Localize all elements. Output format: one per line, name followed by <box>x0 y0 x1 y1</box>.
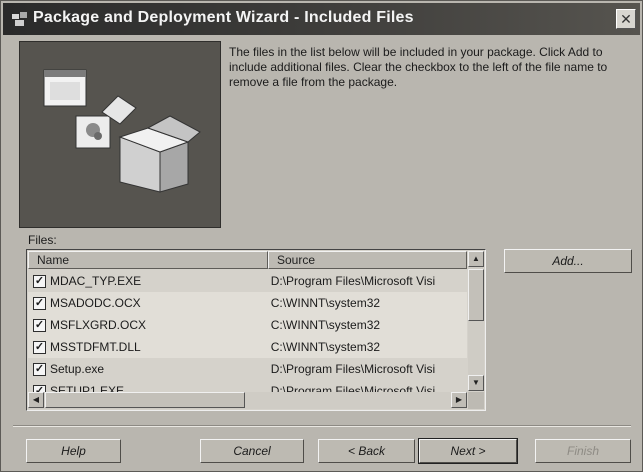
file-row[interactable]: ✓ Setup.exe D:\Program Files\Microsoft Vi… <box>28 358 467 380</box>
close-button[interactable]: ✕ <box>616 9 636 29</box>
file-source: D:\Program Files\Microsoft Visi <box>270 274 436 288</box>
arrow-left-icon: ◀ <box>32 395 40 404</box>
file-name: MSSTDFMT.DLL <box>50 340 141 354</box>
window-title: Package and Deployment Wizard - Included… <box>33 9 414 26</box>
scroll-left-button[interactable]: ◀ <box>28 392 44 408</box>
back-button[interactable]: < Back <box>318 439 415 463</box>
scroll-right-button[interactable]: ▶ <box>451 392 467 408</box>
file-source: C:\WINNT\system32 <box>270 340 381 354</box>
setup-icon <box>12 12 27 26</box>
cancel-button[interactable]: Cancel <box>200 439 304 463</box>
wizard-window: Package and Deployment Wizard - Included… <box>0 0 643 472</box>
arrow-up-icon: ▲ <box>472 254 480 263</box>
finish-button[interactable]: Finish <box>535 439 631 463</box>
button-separator <box>13 425 631 427</box>
file-row[interactable]: ✓ MDAC_TYP.EXE D:\Program Files\Microsoft… <box>28 270 467 292</box>
arrow-right-icon: ▶ <box>455 395 463 404</box>
file-rows: ✓ MDAC_TYP.EXE D:\Program Files\Microsoft… <box>28 270 467 402</box>
include-checkbox[interactable]: ✓ <box>33 362 46 376</box>
close-icon: ✕ <box>620 11 632 27</box>
file-source: C:\WINNT\system32 <box>270 296 381 310</box>
file-row[interactable]: ✓ MSFLXGRD.OCX C:\WINNT\system32 <box>28 314 467 336</box>
file-source: C:\WINNT\system32 <box>270 318 381 332</box>
include-checkbox[interactable]: ✓ <box>33 318 46 332</box>
file-row[interactable]: ✓ MSADODC.OCX C:\WINNT\system32 <box>28 292 467 314</box>
intro-text: The files in the list below will be incl… <box>229 45 608 89</box>
horizontal-scroll-thumb[interactable] <box>45 392 245 408</box>
column-header-name[interactable]: Name <box>28 251 268 269</box>
next-button[interactable]: Next > <box>418 438 518 464</box>
vertical-scrollbar[interactable]: ▲ ▼ <box>468 251 484 391</box>
column-header-source[interactable]: Source <box>268 251 467 269</box>
vertical-scroll-thumb[interactable] <box>468 269 484 321</box>
include-checkbox[interactable]: ✓ <box>33 274 46 288</box>
horizontal-scrollbar[interactable]: ◀ ▶ <box>28 392 467 409</box>
list-header: Name Source <box>28 251 467 269</box>
file-name: MSADODC.OCX <box>50 296 141 310</box>
arrow-down-icon: ▼ <box>472 378 480 387</box>
file-source: D:\Program Files\Microsoft Visi <box>270 362 436 376</box>
wizard-illustration <box>19 41 221 228</box>
scroll-down-button[interactable]: ▼ <box>468 375 484 391</box>
file-row[interactable]: ✓ MSSTDFMT.DLL C:\WINNT\system32 <box>28 336 467 358</box>
title-bar[interactable]: Package and Deployment Wizard - Included… <box>3 3 640 35</box>
file-list[interactable]: Name Source ✓ MDAC_TYP.EXE D:\Program Fil… <box>26 249 486 411</box>
file-name: Setup.exe <box>50 362 105 376</box>
include-checkbox[interactable]: ✓ <box>33 340 46 354</box>
include-checkbox[interactable]: ✓ <box>33 296 46 310</box>
scroll-up-button[interactable]: ▲ <box>468 251 484 267</box>
scroll-corner <box>468 392 484 409</box>
help-button[interactable]: Help <box>26 439 121 463</box>
files-label: Files: <box>28 233 57 247</box>
file-name: MSFLXGRD.OCX <box>50 318 147 332</box>
add-button[interactable]: Add... <box>504 249 632 273</box>
file-name: MDAC_TYP.EXE <box>50 274 142 288</box>
